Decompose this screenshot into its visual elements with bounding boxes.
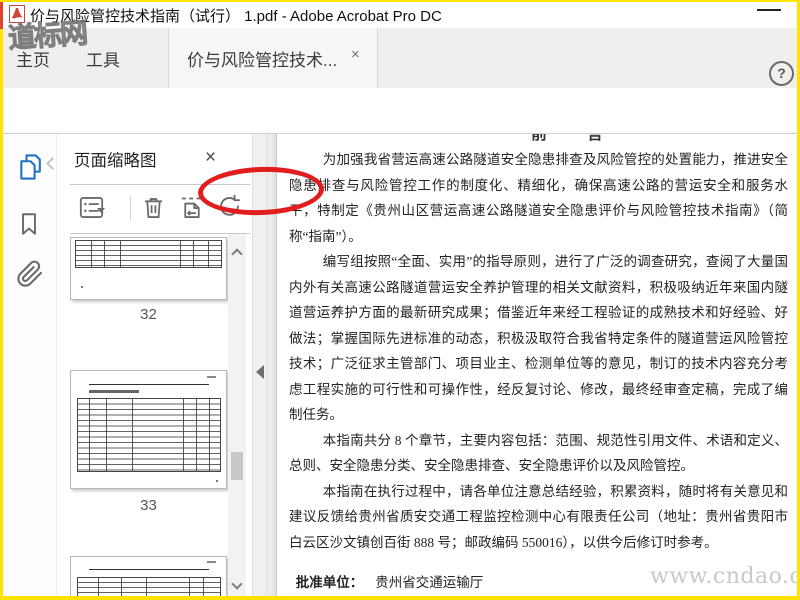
help-icon[interactable]: ? [769,61,794,86]
logo-watermark: 道标网 [7,16,88,55]
thumbnail-scrollbar[interactable] [228,234,246,597]
scroll-down-icon[interactable] [231,578,243,590]
thumbnail-page-label: 32 [140,306,157,323]
title-bar: 价与风险管控技术指南（试行） 1.pdf - Adobe Acrobat Pro… [0,0,800,28]
thumbnail-page-33[interactable] [70,370,227,489]
delete-pages-icon[interactable] [140,194,167,221]
approver-label: 批准单位： [295,575,364,590]
thumbnail-page-34[interactable] [70,556,227,597]
scrollbar-thumb[interactable] [231,452,243,480]
acrobat-window: 价与风险管控技术指南（试行） 1.pdf - Adobe Acrobat Pro… [0,0,800,600]
frame-border-accent [0,2,3,29]
app-body: 页面缩略图 × 32 33 为加强我省营运高速公路隧道安全隐患排查及风险管控的处… [0,134,800,597]
bookmarks-panel-icon[interactable] [16,210,44,240]
collapse-pane-icon[interactable] [256,365,264,379]
close-panel-icon[interactable]: × [205,147,216,169]
attachments-panel-icon[interactable] [16,258,44,288]
frame-border [0,0,800,2]
page-thumbnails-panel-icon[interactable] [16,152,44,182]
tab-tools[interactable]: 工具 [86,46,120,71]
thumbnail-list: 32 33 [57,234,228,597]
document-text: 为加强我省营运高速公路隧道安全隐患排查及风险管控的处置能力，推进安全隐患排查与风… [289,147,788,597]
thumbnail-table-graphic [77,398,221,472]
page-header-clipped: 前 言 [531,134,621,141]
scroll-up-icon[interactable] [231,248,243,260]
thumbnail-table-graphic [77,577,221,597]
paragraph: 为加强我省营运高速公路隧道安全隐患排查及风险管控的处置能力，推进安全隐患排查与风… [289,152,788,244]
document-tab-label: 价与风险管控技术... [187,51,338,70]
thumbnail-table-graphic [75,240,222,268]
approver-value: 贵州省交通运输厅 [375,575,484,590]
thumbnail-page-label: 33 [140,497,157,514]
panel-title: 页面缩略图 [74,152,157,170]
window-title: 价与风险管控技术指南（试行） 1.pdf - Adobe Acrobat Pro… [30,8,442,25]
thumbnail-page-32[interactable] [70,237,227,300]
tab-bar: 主页 工具 价与风险管控技术... × ? [0,28,800,88]
paragraph: 本指南在执行过程中，请各单位注意总结经验，积累资料，随时将有关意见和建议反馈给贵… [289,483,788,550]
site-watermark: www.cndao.com [650,564,800,589]
close-tab-icon[interactable]: × [351,46,360,63]
chevron-down-icon[interactable] [97,208,105,213]
paragraph: 本指南共分 8 个章节，主要内容包括：范围、规范性引用文件、术语和定义、总则、安… [289,432,788,474]
navigation-icon-strip [0,134,59,597]
pdf-page: 前 言 为加强我省营运高速公路隧道安全隐患排查及风险管控的处置能力，推进安全隐患… [276,134,800,597]
paragraph: 编写组按照“全面、实用”的指导原则，进行了广泛的调查研究，查阅了大量国内外有关高… [289,254,788,422]
frame-border [0,0,3,600]
minimize-icon[interactable] [757,9,781,11]
document-viewer[interactable]: 前 言 为加强我省营运高速公路隧道安全隐患排查及风险管控的处置能力，推进安全隐患… [267,134,800,597]
main-toolbar: 3 / 51 51.7% [0,88,800,218]
divider [130,196,131,221]
frame-border [0,596,800,600]
tab-document[interactable]: 价与风险管控技术... × [168,28,378,88]
